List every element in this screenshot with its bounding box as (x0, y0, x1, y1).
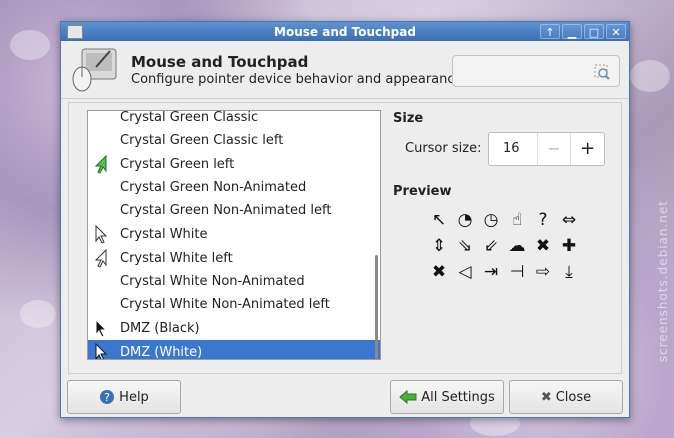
header-title: Mouse and Touchpad (131, 53, 309, 71)
increase-size-button[interactable]: + (570, 133, 604, 165)
white-left-cursor-icon (94, 249, 107, 268)
preview-hand-icon: ☝ (511, 209, 523, 230)
help-button[interactable]: ? Help (67, 380, 181, 414)
list-scrollbar[interactable] (375, 255, 378, 359)
preview-corner-resize-alt-icon: ⇙ (483, 235, 499, 256)
app-menu-icon[interactable] (67, 24, 83, 39)
list-item[interactable]: Crystal White Non-Animated (88, 270, 380, 293)
preview-grab-icon: ☁ (508, 235, 526, 256)
list-item[interactable]: Crystal Green Non-Animated (88, 176, 380, 199)
list-item-label: Crystal White left (120, 250, 233, 266)
titlebar[interactable]: Mouse and Touchpad ↑ ▁ □ ✕ (61, 22, 629, 41)
list-item-label: DMZ (Black) (120, 320, 200, 336)
cursor-size-label: Cursor size: (405, 141, 482, 156)
list-item[interactable]: Crystal Green Non-Animated left (88, 199, 380, 222)
list-item-label: Crystal Green Non-Animated left (120, 203, 332, 218)
help-button-label: Help (119, 389, 149, 405)
cursor-preview-grid: ↖ ◔ ◷ ☝ ? ⇔ ⇕ ⇘ ⇙ ☁ ✖ ✚ ✖ ◁ ⇥ ⊣ ⇨ ⤓ (426, 207, 582, 285)
preview-h-resize-icon: ⇔ (561, 209, 577, 230)
preview-v-resize-icon: ⇕ (431, 235, 447, 256)
svg-text:?: ? (104, 391, 110, 404)
list-item-label: Crystal White Non-Animated (120, 274, 305, 289)
mouse-settings-icon (72, 48, 117, 92)
preview-right-side-icon: ⇥ (483, 261, 499, 282)
all-settings-button[interactable]: All Settings (390, 380, 504, 414)
preview-help-icon: ? (538, 209, 548, 230)
list-item-selected[interactable]: DMZ (White) (88, 340, 380, 360)
preview-left-arrow-icon: ◁ (458, 261, 472, 282)
preview-not-allowed-icon: ✖ (535, 235, 551, 256)
help-icon: ? (99, 389, 115, 405)
list-item[interactable]: DMZ (Black) (88, 316, 380, 340)
header-subtitle: Configure pointer device behavior and ap… (131, 72, 463, 87)
list-item[interactable]: Crystal Green Classic (88, 110, 380, 129)
preview-wait-icon: ◷ (483, 209, 499, 230)
list-item-label: Crystal Green Classic left (120, 133, 284, 148)
list-item[interactable]: Crystal White Non-Animated left (88, 293, 380, 316)
preview-corner-resize-icon: ⇘ (457, 235, 473, 256)
green-cursor-icon (94, 155, 107, 174)
background-decoration (10, 30, 50, 60)
size-heading: Size (393, 111, 424, 126)
preview-default-icon: ↖ (431, 209, 447, 230)
close-icon: ✖ (540, 389, 552, 405)
search-input[interactable] (452, 55, 620, 87)
preview-left-side-icon: ⊣ (509, 261, 525, 282)
white-cursor-icon (95, 225, 108, 244)
list-item-label: DMZ (White) (120, 344, 203, 360)
list-item[interactable]: Crystal Green Classic left (88, 129, 380, 152)
preview-heading: Preview (393, 184, 452, 199)
cursor-size-value[interactable]: 16 (489, 133, 537, 165)
mouse-touchpad-window: Mouse and Touchpad ↑ ▁ □ ✕ Mouse and Tou… (60, 21, 630, 418)
decrease-size-button[interactable]: − (536, 133, 571, 165)
preview-pirate-icon: ✖ (431, 261, 447, 282)
cursor-size-spinner[interactable]: 16 − + (488, 132, 605, 166)
white-cursor-icon (95, 343, 108, 359)
background-decoration (20, 300, 56, 328)
close-button-label: Close (555, 389, 592, 405)
list-item-label: Crystal Green Classic (120, 110, 259, 125)
all-settings-label: All Settings (421, 389, 495, 405)
desktop-watermark: screenshots.debian.net (656, 200, 670, 363)
theme-panel: Crystal Green Classic Crystal Green Clas… (68, 102, 622, 374)
background-decoration (630, 60, 670, 92)
dialog-footer: ? Help All Settings ✖ Close (61, 374, 629, 418)
list-item-label: Crystal White Non-Animated left (120, 297, 330, 312)
minimize-button[interactable]: ▁ (562, 24, 582, 39)
list-item[interactable]: Crystal White left (88, 246, 380, 270)
list-item[interactable]: Crystal White (88, 222, 380, 246)
preview-right-arrow-icon: ⇨ (535, 261, 551, 282)
preview-busy-icon: ◔ (457, 209, 473, 230)
black-cursor-icon (95, 319, 108, 338)
list-item[interactable]: Crystal Green left (88, 152, 380, 176)
close-window-button[interactable]: ✕ (606, 24, 626, 39)
list-item-label: Crystal Green left (120, 156, 235, 172)
dialog-header: Mouse and Touchpad Configure pointer dev… (61, 41, 629, 99)
back-arrow-icon (399, 390, 417, 404)
list-item-label: Crystal White (120, 226, 208, 242)
close-button[interactable]: ✖ Close (509, 380, 623, 414)
list-item-label: Crystal Green Non-Animated (120, 180, 307, 195)
preview-bottom-side-icon: ⤓ (565, 261, 573, 282)
maximize-button[interactable]: □ (584, 24, 604, 39)
cursor-theme-list[interactable]: Crystal Green Classic Crystal Green Clas… (87, 110, 381, 360)
shade-button[interactable]: ↑ (540, 24, 560, 39)
search-icon (594, 64, 610, 80)
preview-crosshair-icon: ✚ (561, 235, 577, 256)
